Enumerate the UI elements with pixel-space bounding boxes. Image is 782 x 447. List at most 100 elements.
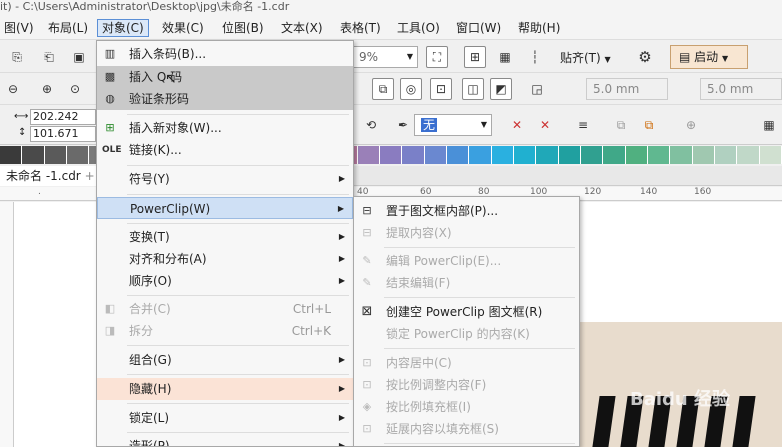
menu-table[interactable]: 表格(T) (336, 19, 385, 37)
menu-item-stretch-content[interactable]: ⊡ 延展内容以填充框(S) (354, 418, 579, 440)
import-icon[interactable]: ⎘ (6, 46, 28, 68)
menu-item-powerclip[interactable]: PowerClip(W) ▶ (97, 197, 353, 219)
menu-item-place-inside-frame[interactable]: ⊟ 置于图文框内部(P)... (354, 200, 579, 222)
zoom-in-icon[interactable]: ⊕ (36, 78, 58, 100)
menu-item-order[interactable]: 顺序(O) ▶ (97, 270, 353, 292)
add-tab-icon[interactable]: + (85, 169, 95, 183)
menu-item-symbol[interactable]: 符号(Y) ▶ (97, 168, 353, 190)
menu-item-hide[interactable]: 隐藏(H) ▶ (97, 378, 353, 400)
menu-object[interactable]: 对象(C) (97, 19, 149, 37)
palette-swatch[interactable] (692, 146, 715, 164)
palette-swatch[interactable] (513, 146, 537, 164)
menu-item-break-apart[interactable]: ◨ 拆分 Ctrl+K (97, 320, 353, 342)
menu-view[interactable]: 图(V) (0, 19, 38, 37)
palette-swatch[interactable] (402, 146, 425, 164)
menu-item-insert-barcode[interactable]: ▥ 插入条码(B)... (97, 43, 353, 65)
show-guidelines-icon[interactable]: ┆ (524, 46, 546, 68)
palette-swatch[interactable] (558, 146, 581, 164)
palette-swatch[interactable] (603, 146, 626, 164)
palette-swatch[interactable] (715, 146, 738, 164)
menu-item-transformations[interactable]: 变换(T) ▶ (97, 226, 353, 248)
fill-field[interactable]: 无 ▼ (414, 114, 492, 136)
menu-bitmaps[interactable]: 位图(B) (218, 19, 268, 37)
palette-swatch[interactable] (357, 146, 380, 164)
snap-to-dropdown[interactable]: 贴齐(T) ▼ (560, 49, 611, 66)
menu-item-group[interactable]: 组合(G) ▶ (97, 349, 353, 371)
text-wrap-icon[interactable]: ≡ (572, 114, 594, 136)
menu-item-shaping[interactable]: 造形(P) ▶ (97, 435, 353, 446)
offset-x-field[interactable]: 5.0 mm (586, 78, 668, 100)
menu-item-align-distribute[interactable]: 对齐和分布(A) ▶ (97, 248, 353, 270)
front-minus-back-icon[interactable]: ◲ (526, 78, 548, 100)
align-icon[interactable]: ⧉ (372, 78, 394, 100)
palette-swatch[interactable] (580, 146, 604, 164)
menu-item-insert-qr-code[interactable]: ▩ 插入 Q 码 ↖ (97, 66, 353, 88)
full-screen-preview-icon[interactable]: ⛶ (426, 46, 448, 68)
zoom-one-shot-icon[interactable]: ⊖ (2, 78, 24, 100)
ungroup-icon[interactable]: ⧉ (638, 114, 660, 136)
menu-item-center-content[interactable]: ⊡ 内容居中(C) (354, 352, 579, 374)
trim-icon[interactable]: ⊡ (430, 78, 452, 100)
show-rulers-icon[interactable]: ⊞ (464, 46, 486, 68)
object-height-field[interactable]: 101.671 mm (30, 126, 96, 142)
palette-swatch[interactable] (44, 146, 68, 164)
menu-item-lock[interactable]: 锁定(L) ▶ (97, 407, 353, 429)
palette-swatch[interactable] (737, 146, 760, 164)
object-width-field[interactable]: 202.242 mm (30, 109, 96, 125)
menu-item-extract-content[interactable]: ⊟ 提取内容(X) (354, 222, 579, 244)
menu-item-insert-new-object[interactable]: ⊞ 插入新对象(W)... (97, 117, 353, 139)
palette-swatch[interactable] (647, 146, 671, 164)
pen-icon[interactable]: ✒ (392, 114, 414, 136)
palette-swatch[interactable] (469, 146, 492, 164)
ole-icon: OLE (102, 145, 122, 155)
object-width-value: 202.242 mm (33, 110, 79, 123)
weld-icon[interactable]: ◎ (400, 78, 422, 100)
menu-effects[interactable]: 效果(C) (158, 19, 208, 37)
menu-item-links[interactable]: OLE 链接(K)... (97, 139, 353, 161)
palette-swatch[interactable] (536, 146, 559, 164)
remove-outline-icon[interactable]: ✕ (534, 114, 556, 136)
palette-swatch[interactable] (446, 146, 470, 164)
menu-separator (127, 295, 349, 296)
palette-swatch[interactable] (22, 146, 45, 164)
submenu-arrow-icon: ▶ (338, 276, 345, 285)
mirror-icon[interactable]: ⟲ (360, 114, 382, 136)
offset-y-field[interactable]: 5.0 mm (700, 78, 782, 100)
gear-icon[interactable]: ⚙ (634, 46, 656, 68)
palette-swatch[interactable] (670, 146, 693, 164)
zoom-level-field[interactable]: 9% ▼ (352, 46, 418, 68)
menu-text[interactable]: 文本(X) (277, 19, 327, 37)
intersect-icon[interactable]: ◫ (462, 78, 484, 100)
zoom-out-icon[interactable]: ⊙ (64, 78, 86, 100)
palette-swatch[interactable] (0, 146, 23, 164)
palette-swatch[interactable] (424, 146, 447, 164)
extract-content-icon: ⊟ (362, 226, 372, 239)
menu-help[interactable]: 帮助(H) (514, 19, 564, 37)
menu-tools[interactable]: 工具(O) (393, 19, 444, 37)
menu-item-create-empty-frame[interactable]: ⊠ 创建空 PowerClip 图文框(R) (354, 301, 579, 323)
show-grid-icon[interactable]: ▦ (494, 46, 516, 68)
palette-swatch[interactable] (491, 146, 514, 164)
document-tab[interactable]: 未命名 -1.cdr + (0, 166, 102, 186)
add-icon[interactable]: ⊕ (680, 114, 702, 136)
export-icon[interactable]: ⎗ (38, 46, 60, 68)
menu-item-combine[interactable]: ◧ 合并(C) Ctrl+L (97, 298, 353, 320)
menu-layout[interactable]: 布局(L) (44, 19, 92, 37)
remove-fill-icon[interactable]: ✕ (506, 114, 528, 136)
palette-swatch[interactable] (759, 146, 782, 164)
menu-item-fill-frame[interactable]: ◈ 按比例填充框(I) (354, 396, 579, 418)
menu-item-finish-editing[interactable]: ✎ 结束编辑(F) (354, 272, 579, 294)
group-icon[interactable]: ⧉ (610, 114, 632, 136)
palette-swatch[interactable] (379, 146, 403, 164)
grid-icon[interactable]: ▦ (758, 114, 780, 136)
menu-window[interactable]: 窗口(W) (452, 19, 505, 37)
publish-icon[interactable]: ▣ (68, 46, 90, 68)
menu-item-validate-barcode[interactable]: ◍ 验证条形码 (97, 88, 353, 110)
palette-swatch[interactable] (625, 146, 648, 164)
simplify-icon[interactable]: ◩ (490, 78, 512, 100)
menu-item-edit-powerclip[interactable]: ✎ 编辑 PowerClip(E)... (354, 250, 579, 272)
menu-item-fit-content[interactable]: ⊡ 按比例调整内容(F) (354, 374, 579, 396)
launch-button[interactable]: ▤ 启动 ▼ (670, 45, 748, 69)
palette-swatch[interactable] (67, 146, 90, 164)
menu-item-lock-contents[interactable]: 锁定 PowerClip 的内容(K) (354, 323, 579, 345)
